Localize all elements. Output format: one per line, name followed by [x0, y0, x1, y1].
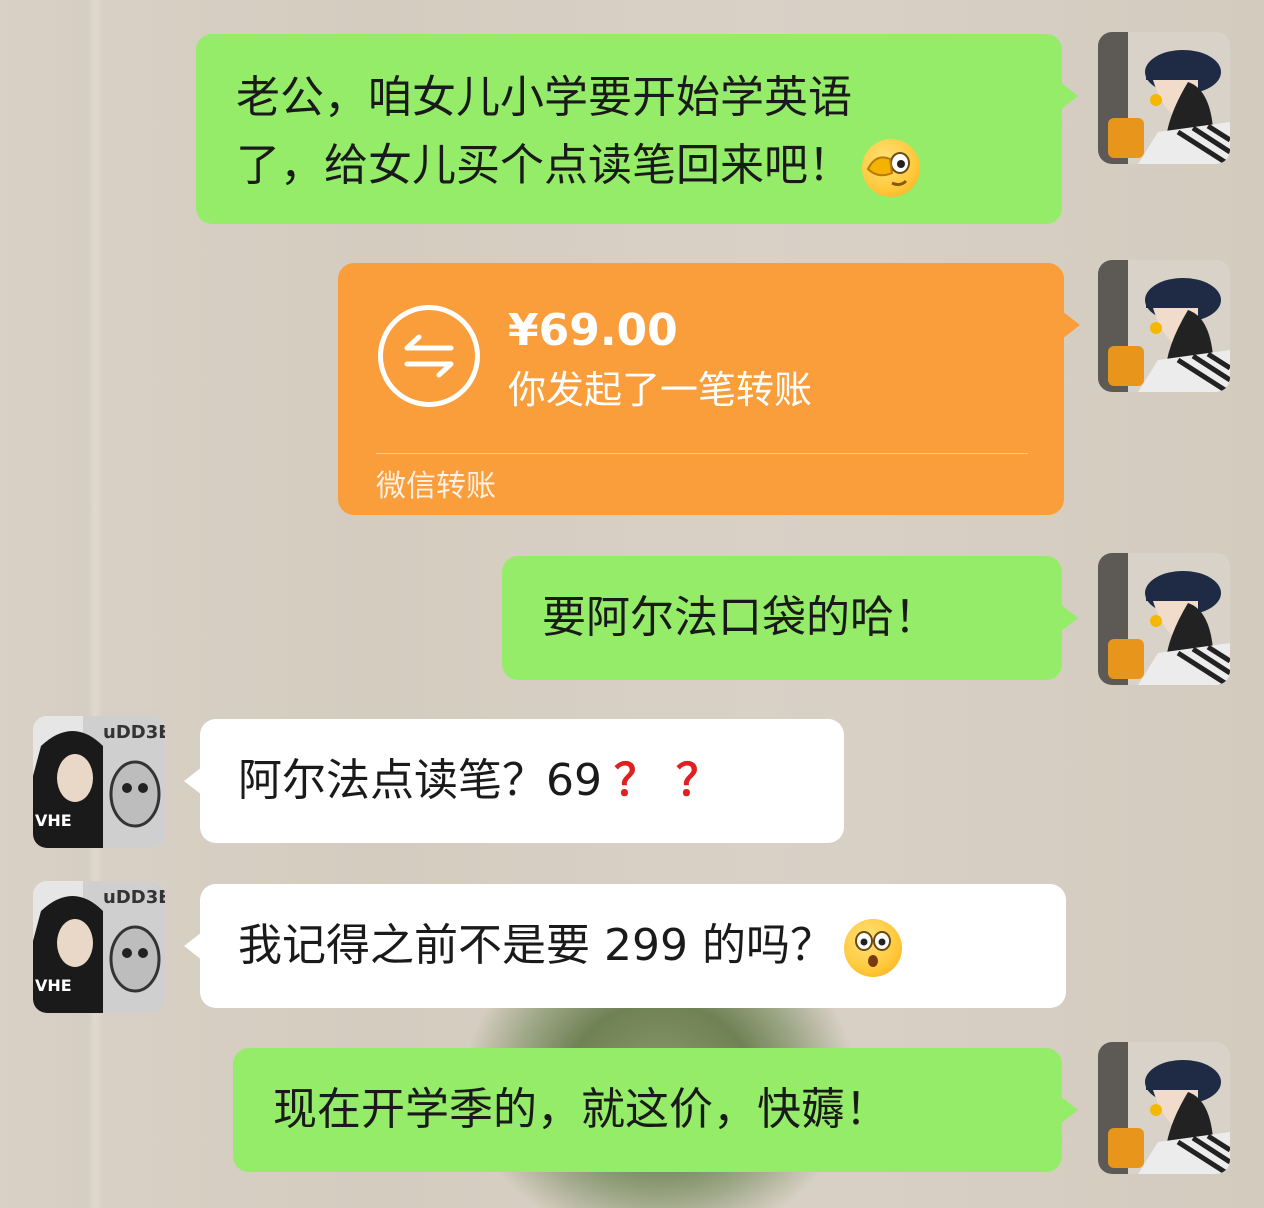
message-text: 要阿尔法口袋的哈！ — [542, 592, 938, 643]
transfer-arrows-icon — [378, 305, 480, 407]
message-line-1: 老公，咱女儿小学要开始学英语 — [236, 72, 852, 123]
avatar-photo-icon — [1098, 32, 1230, 164]
astonished-emoji-icon — [843, 919, 902, 977]
message-bubble-5[interactable]: 我记得之前不是要 299 的吗？ — [184, 884, 1066, 1008]
svg-text:uDD3E: uDD3E — [103, 722, 165, 743]
facepalm-peek-emoji-icon — [862, 139, 920, 197]
avatar-photo-icon — [1098, 553, 1230, 685]
message-bubble-3[interactable]: 要阿尔法口袋的哈！ — [502, 556, 1078, 680]
message-bubble-1[interactable]: 老公，咱女儿小学要开始学英语 了，给女儿买个点读笔回来吧！ — [196, 34, 1078, 224]
svg-text:VHE: VHE — [35, 811, 72, 830]
svg-text:uDD3E: uDD3E — [103, 887, 165, 908]
message-bubble-4[interactable]: 阿尔法点读笔？69？？ — [184, 719, 844, 843]
message-text: 阿尔法点读笔？69 — [238, 755, 602, 806]
message-line-2-text: 了，给女儿买个点读笔回来吧！ — [236, 140, 852, 191]
my-avatar[interactable] — [1098, 32, 1230, 164]
transfer-divider — [376, 453, 1028, 454]
message-text: 现在开学季的，就这价，快薅！ — [273, 1084, 889, 1135]
contact-avatar[interactable]: uDD3E VHE — [33, 881, 165, 1013]
message-line-2: 了，给女儿买个点读笔回来吧！ — [236, 132, 1022, 200]
transfer-note: 你发起了一笔转账 — [508, 368, 813, 412]
question-marks: ？？ — [614, 755, 738, 806]
chat-area: 老公，咱女儿小学要开始学英语 了，给女儿买个点读笔回来吧！ ¥69.00 你发起… — [0, 0, 1264, 1208]
message-text: 我记得之前不是要 299 的吗？ — [238, 920, 834, 971]
contact-avatar[interactable]: uDD3E VHE — [33, 716, 165, 848]
message-bubble-6[interactable]: 现在开学季的，就这价，快薅！ — [233, 1048, 1078, 1172]
avatar-photo-icon — [1098, 1042, 1230, 1174]
transfer-footer: 微信转账 — [376, 469, 496, 504]
my-avatar[interactable] — [1098, 1042, 1230, 1174]
my-avatar[interactable] — [1098, 553, 1230, 685]
my-avatar[interactable] — [1098, 260, 1230, 392]
avatar-photo-icon: uDD3E VHE — [33, 716, 165, 848]
transfer-card[interactable]: ¥69.00 你发起了一笔转账 微信转账 — [338, 263, 1080, 515]
svg-text:VHE: VHE — [35, 976, 72, 995]
avatar-photo-icon: uDD3E VHE — [33, 881, 165, 1013]
transfer-amount: ¥69.00 — [508, 305, 678, 356]
avatar-photo-icon — [1098, 260, 1230, 392]
